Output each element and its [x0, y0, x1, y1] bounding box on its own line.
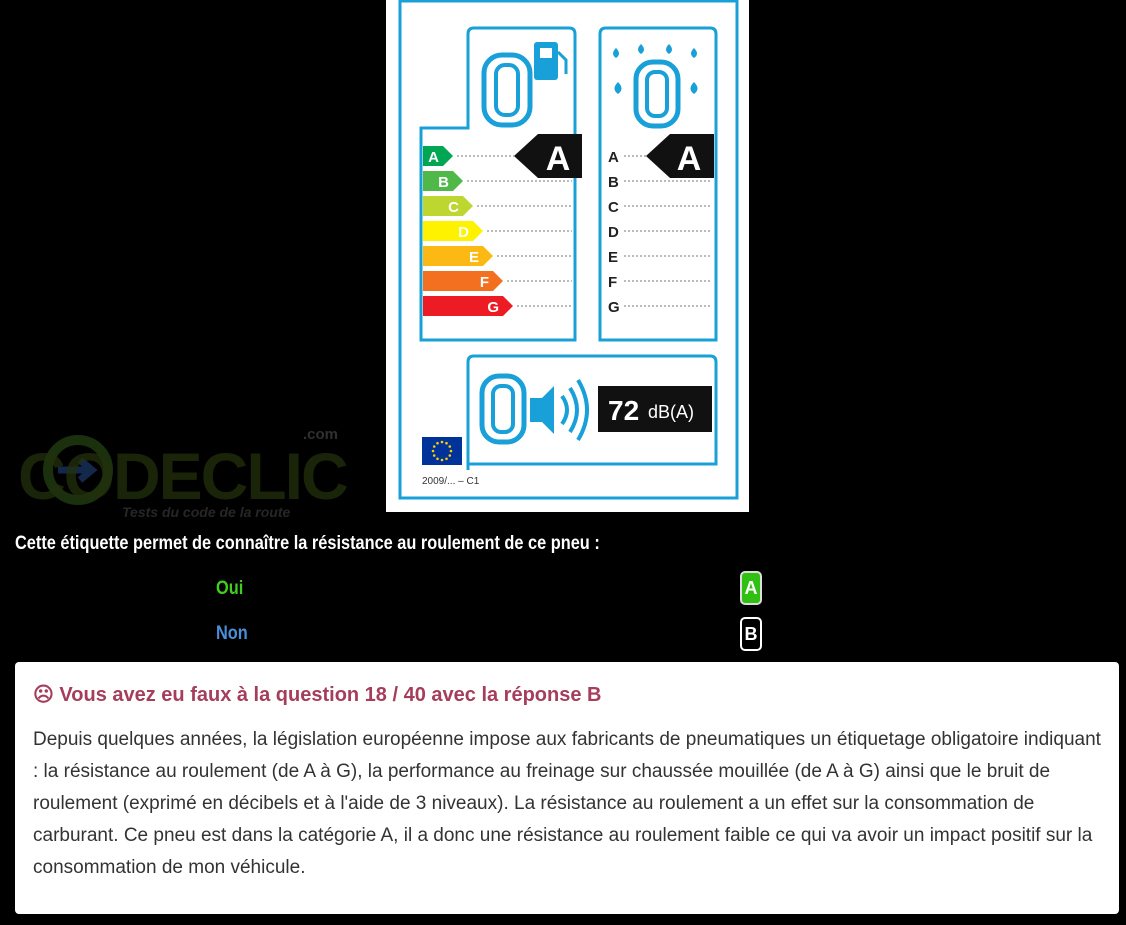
fuel-grade-letter: D: [458, 224, 469, 241]
wet-grade-f: F: [608, 274, 712, 291]
watermark-brand: CODECLIC: [18, 439, 347, 513]
fuel-grade-bar: [423, 221, 483, 241]
tire-label-svg: ABCDEFG ABCDEFG A A 72 dB(A) 2009/... – …: [398, 0, 739, 500]
fuel-tire-icon: [481, 42, 568, 128]
feedback-title: ☹ Vous avez eu faux à la question 18 / 4…: [33, 684, 602, 706]
fuel-grade-letter: E: [469, 249, 479, 266]
eu-star: [448, 454, 452, 457]
noise-unit: dB(A): [648, 402, 694, 422]
eu-star: [449, 449, 453, 453]
wet-grade-a: A: [608, 149, 646, 166]
fuel-grade-letter: B: [438, 174, 449, 191]
eu-star: [431, 449, 435, 453]
answer-non[interactable]: Non: [216, 623, 248, 645]
eu-flag-icon: [422, 437, 462, 465]
fuel-grade-letter: C: [448, 199, 459, 216]
regulation-text: 2009/... – C1: [422, 476, 480, 487]
noise-tire-icon: [479, 373, 589, 445]
feedback-explanation: Depuis quelques années, la législation e…: [33, 729, 1101, 878]
wet-grade-letter: B: [608, 174, 619, 191]
wet-grade-letter: C: [608, 199, 619, 216]
fuel-grade-d: D: [423, 221, 572, 241]
wet-grade-e: E: [608, 249, 712, 266]
fuel-rating-marker: A: [514, 134, 582, 178]
answer-oui[interactable]: Oui: [216, 578, 243, 600]
fuel-grade-letter: F: [480, 274, 489, 291]
fuel-rating-text: A: [546, 140, 571, 178]
codeclic-watermark: .com CODECLIC Tests du code de la route: [18, 425, 358, 520]
wet-rating-text: A: [677, 140, 702, 178]
feedback-panel: ☹ Vous avez eu faux à la question 18 / 4…: [15, 662, 1119, 914]
question-text: Cette étiquette permet de connaître la r…: [15, 533, 600, 554]
wet-grade-letter: D: [608, 224, 619, 241]
fuel-grade-e: E: [423, 246, 572, 266]
fuel-grade-bar: [423, 296, 513, 316]
eu-star: [436, 457, 439, 461]
wet-grade-g: G: [608, 299, 712, 316]
wet-grade-letter: E: [608, 249, 618, 266]
watermark-tagline: Tests du code de la route: [122, 504, 291, 520]
eu-star: [445, 441, 448, 445]
wet-tire-icon: [613, 44, 698, 129]
fuel-grade-letter: G: [487, 299, 499, 316]
answer-key-a[interactable]: A: [740, 571, 762, 605]
fuel-grade-bar: [423, 271, 503, 291]
fuel-grade-a: A: [423, 146, 514, 166]
eu-star: [432, 454, 436, 457]
eu-star: [432, 445, 436, 448]
wet-grade-c: C: [608, 199, 712, 216]
fuel-grade-bar: [423, 246, 493, 266]
noise-value-box: 72 dB(A): [598, 386, 712, 432]
fuel-grade-g: G: [423, 296, 572, 316]
wet-grade-letter: A: [608, 149, 619, 166]
eu-star: [448, 445, 452, 448]
wet-grade-letter: G: [608, 299, 620, 316]
tire-energy-label: ABCDEFG ABCDEFG A A 72 dB(A) 2009/... – …: [386, 0, 749, 512]
answer-key-b[interactable]: B: [740, 617, 762, 651]
eu-star: [440, 440, 444, 444]
eu-star: [440, 458, 444, 462]
wet-rating-marker: A: [646, 134, 714, 178]
eu-star: [445, 457, 448, 461]
wet-grade-d: D: [608, 224, 712, 241]
fuel-grade-letter: A: [428, 149, 439, 166]
noise-value: 72: [608, 395, 639, 426]
eu-star: [436, 441, 439, 445]
wet-grade-letter: F: [608, 274, 617, 291]
fuel-grade-c: C: [423, 196, 572, 216]
fuel-grade-f: F: [423, 271, 572, 291]
